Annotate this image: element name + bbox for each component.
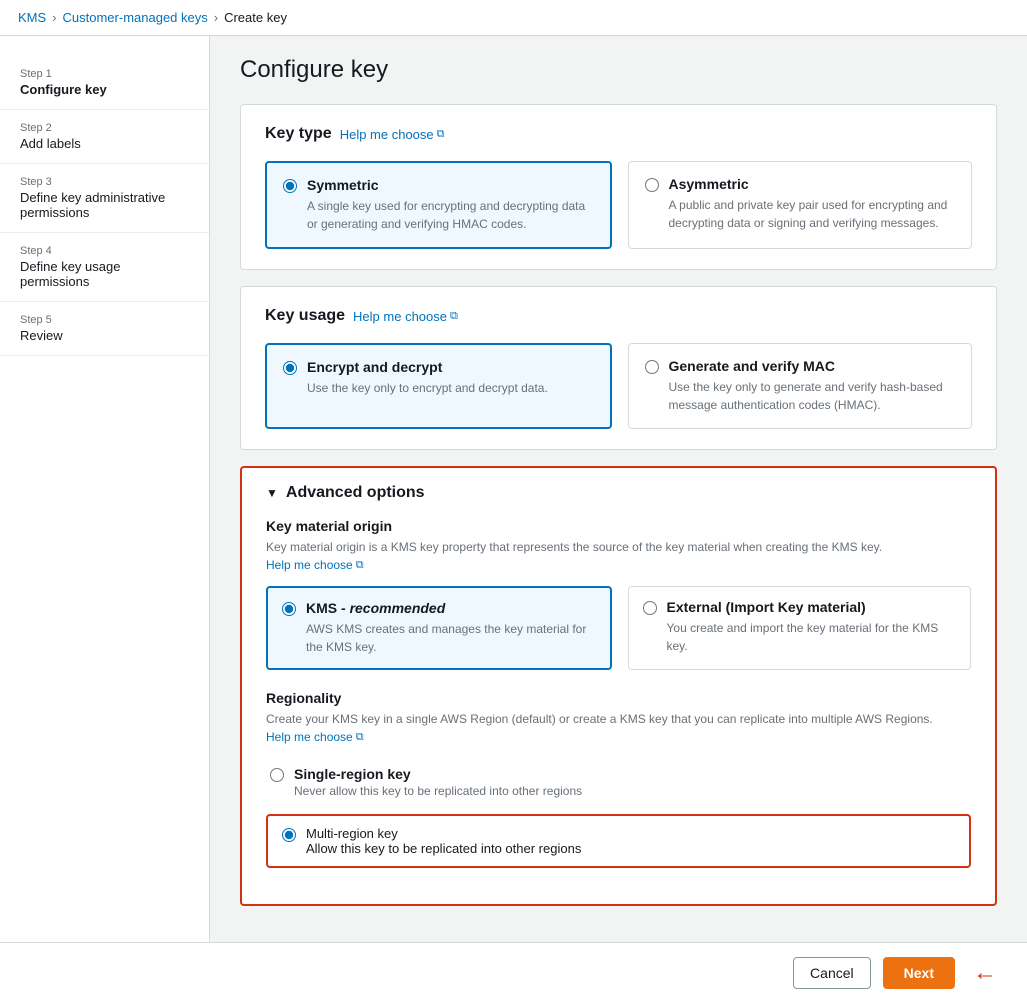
regionality-section: Regionality Create your KMS key in a sin…: [266, 690, 971, 868]
cancel-button[interactable]: Cancel: [793, 957, 871, 989]
breadcrumb-sep-1: ›: [52, 10, 56, 25]
sidebar: Step 1 Configure key Step 2 Add labels S…: [0, 36, 210, 942]
encrypt-label: Encrypt and decrypt: [307, 359, 548, 375]
key-usage-options: Encrypt and decrypt Use the key only to …: [265, 343, 972, 429]
step-2-label: Step 2: [20, 122, 189, 134]
advanced-options-title: Advanced options: [286, 484, 425, 502]
sidebar-step-3[interactable]: Step 3 Define key administrative permiss…: [0, 164, 209, 233]
kms-desc: AWS KMS creates and manages the key mate…: [306, 620, 596, 656]
key-type-symmetric-content: Symmetric A single key used for encrypti…: [307, 177, 594, 233]
step-5-name: Review: [20, 328, 189, 343]
mac-desc: Use the key only to generate and verify …: [669, 378, 956, 414]
key-usage-card: Key usage Help me choose ⧉ Encrypt and d…: [240, 286, 997, 450]
breadcrumb-kms-link[interactable]: KMS: [18, 10, 46, 25]
key-type-header: Key type Help me choose ⧉: [265, 125, 972, 143]
key-material-help-link[interactable]: Help me choose ⧉: [266, 556, 364, 574]
step-3-label: Step 3: [20, 176, 189, 188]
regionality-external-icon: ⧉: [356, 729, 364, 746]
advanced-options-header: ▼ Advanced options: [266, 484, 971, 502]
multi-region-content: Multi-region key Allow this key to be re…: [306, 826, 581, 856]
key-usage-header: Key usage Help me choose ⧉: [265, 307, 972, 325]
main-content: Configure key Key type Help me choose ⧉ …: [210, 36, 1027, 942]
key-type-symmetric-option[interactable]: Symmetric A single key used for encrypti…: [265, 161, 612, 249]
single-region-content: Single-region key Never allow this key t…: [294, 766, 582, 798]
symmetric-desc: A single key used for encrypting and dec…: [307, 197, 594, 233]
breadcrumb: KMS › Customer-managed keys › Create key: [0, 0, 1027, 36]
key-type-asymmetric-radio[interactable]: [645, 178, 659, 192]
breadcrumb-sep-2: ›: [214, 10, 218, 25]
step-5-label: Step 5: [20, 314, 189, 326]
next-button[interactable]: Next: [883, 957, 955, 989]
symmetric-label: Symmetric: [307, 177, 594, 193]
sidebar-step-5[interactable]: Step 5 Review: [0, 302, 209, 356]
key-usage-mac-option[interactable]: Generate and verify MAC Use the key only…: [628, 343, 973, 429]
next-arrow-indicator: ←: [973, 959, 997, 987]
key-usage-help-link[interactable]: Help me choose ⧉: [353, 309, 458, 324]
step-1-label: Step 1: [20, 68, 189, 80]
key-material-origin-desc: Key material origin is a KMS key propert…: [266, 538, 971, 574]
single-region-desc: Never allow this key to be replicated in…: [294, 784, 582, 798]
sidebar-step-1[interactable]: Step 1 Configure key: [0, 56, 209, 110]
key-material-kms-content: KMS - recommended AWS KMS creates and ma…: [306, 600, 596, 656]
key-type-help-link[interactable]: Help me choose ⧉: [340, 127, 445, 142]
single-region-option[interactable]: Single-region key Never allow this key t…: [266, 758, 971, 806]
step-2-name: Add labels: [20, 136, 189, 151]
regionality-help-link[interactable]: Help me choose ⧉: [266, 728, 364, 746]
key-material-external-radio[interactable]: [643, 601, 657, 615]
key-material-origin-section: Key material origin Key material origin …: [266, 518, 971, 670]
page-title: Configure key: [240, 56, 997, 84]
mac-label: Generate and verify MAC: [669, 358, 956, 374]
key-material-external-content: External (Import Key material) You creat…: [667, 599, 957, 655]
regionality-title: Regionality: [266, 690, 971, 706]
key-usage-encrypt-content: Encrypt and decrypt Use the key only to …: [307, 359, 548, 397]
key-material-external-option[interactable]: External (Import Key material) You creat…: [628, 586, 972, 670]
step-3-name: Define key administrative permissions: [20, 190, 189, 220]
key-usage-mac-radio[interactable]: [645, 360, 659, 374]
key-type-asymmetric-option[interactable]: Asymmetric A public and private key pair…: [628, 161, 973, 249]
asymmetric-label: Asymmetric: [669, 176, 956, 192]
key-material-external-icon: ⧉: [356, 557, 364, 574]
key-type-card: Key type Help me choose ⧉ Symmetric A si…: [240, 104, 997, 270]
asymmetric-desc: A public and private key pair used for e…: [669, 196, 956, 232]
multi-region-option[interactable]: Multi-region key Allow this key to be re…: [266, 814, 971, 868]
multi-region-radio[interactable]: [282, 828, 296, 842]
regionality-options: Single-region key Never allow this key t…: [266, 758, 971, 868]
key-material-kms-radio[interactable]: [282, 602, 296, 616]
key-usage-title: Key usage: [265, 307, 345, 325]
step-4-name: Define key usage permissions: [20, 259, 189, 289]
key-type-options: Symmetric A single key used for encrypti…: [265, 161, 972, 249]
sidebar-step-2[interactable]: Step 2 Add labels: [0, 110, 209, 164]
kms-label: KMS - recommended: [306, 600, 596, 616]
multi-region-label: Multi-region key: [306, 826, 581, 841]
breadcrumb-cmk-link[interactable]: Customer-managed keys: [63, 10, 208, 25]
multi-region-desc: Allow this key to be replicated into oth…: [306, 841, 581, 856]
key-material-origin-title: Key material origin: [266, 518, 971, 534]
advanced-options-section: ▼ Advanced options Key material origin K…: [240, 466, 997, 906]
encrypt-desc: Use the key only to encrypt and decrypt …: [307, 379, 548, 397]
key-material-kms-option[interactable]: KMS - recommended AWS KMS creates and ma…: [266, 586, 612, 670]
key-usage-mac-content: Generate and verify MAC Use the key only…: [669, 358, 956, 414]
regionality-desc: Create your KMS key in a single AWS Regi…: [266, 710, 971, 746]
triangle-icon: ▼: [266, 486, 278, 500]
sidebar-step-4[interactable]: Step 4 Define key usage permissions: [0, 233, 209, 302]
key-usage-external-icon: ⧉: [450, 310, 458, 323]
external-desc: You create and import the key material f…: [667, 619, 957, 655]
key-material-options: KMS - recommended AWS KMS creates and ma…: [266, 586, 971, 670]
key-usage-encrypt-option[interactable]: Encrypt and decrypt Use the key only to …: [265, 343, 612, 429]
single-region-radio[interactable]: [270, 768, 284, 782]
key-type-title: Key type: [265, 125, 332, 143]
footer: Cancel Next ←: [0, 942, 1027, 1003]
external-label: External (Import Key material): [667, 599, 957, 615]
key-type-asymmetric-content: Asymmetric A public and private key pair…: [669, 176, 956, 232]
breadcrumb-current: Create key: [224, 10, 287, 25]
single-region-label: Single-region key: [294, 766, 582, 782]
external-link-icon: ⧉: [437, 128, 445, 141]
key-type-symmetric-radio[interactable]: [283, 179, 297, 193]
step-1-name: Configure key: [20, 82, 189, 97]
step-4-label: Step 4: [20, 245, 189, 257]
key-usage-encrypt-radio[interactable]: [283, 361, 297, 375]
